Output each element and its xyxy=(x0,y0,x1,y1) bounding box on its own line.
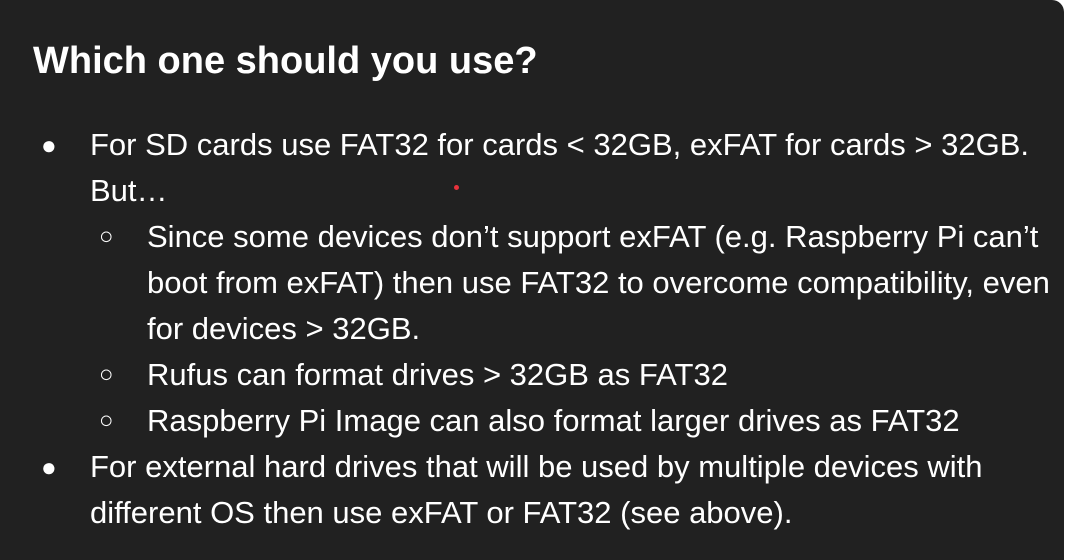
sub-bullet-text: Raspberry Pi Image can also format large… xyxy=(147,403,960,438)
sub-bullet-text: Since some devices don’t support exFAT (… xyxy=(147,219,1050,346)
hollow-bullet-icon: ○ xyxy=(99,361,114,388)
sub-bullet-item: ○ Raspberry Pi Image can also format lar… xyxy=(0,398,1064,444)
hollow-bullet-icon: ○ xyxy=(99,407,114,434)
filled-bullet-icon: ● xyxy=(41,130,57,160)
sub-bullet-text: Rufus can format drives > 32GB as FAT32 xyxy=(147,357,728,392)
bullet-text: For external hard drives that will be us… xyxy=(90,449,983,530)
slide-title: Which one should you use? xyxy=(33,40,538,82)
bullet-item: ● For SD cards use FAT32 for cards < 32G… xyxy=(0,122,1064,214)
bullet-item: ● For external hard drives that will be … xyxy=(0,444,1064,536)
laser-pointer-dot xyxy=(454,185,459,190)
slide: Which one should you use? ● For SD cards… xyxy=(0,0,1064,560)
sub-bullet-item: ○ Rufus can format drives > 32GB as FAT3… xyxy=(0,352,1064,398)
filled-bullet-icon: ● xyxy=(41,452,57,482)
bullet-list: ● For SD cards use FAT32 for cards < 32G… xyxy=(0,122,1064,536)
sub-bullet-item: ○ Since some devices don’t support exFAT… xyxy=(0,214,1064,352)
hollow-bullet-icon: ○ xyxy=(99,223,114,250)
bullet-text: For SD cards use FAT32 for cards < 32GB,… xyxy=(90,127,1029,208)
